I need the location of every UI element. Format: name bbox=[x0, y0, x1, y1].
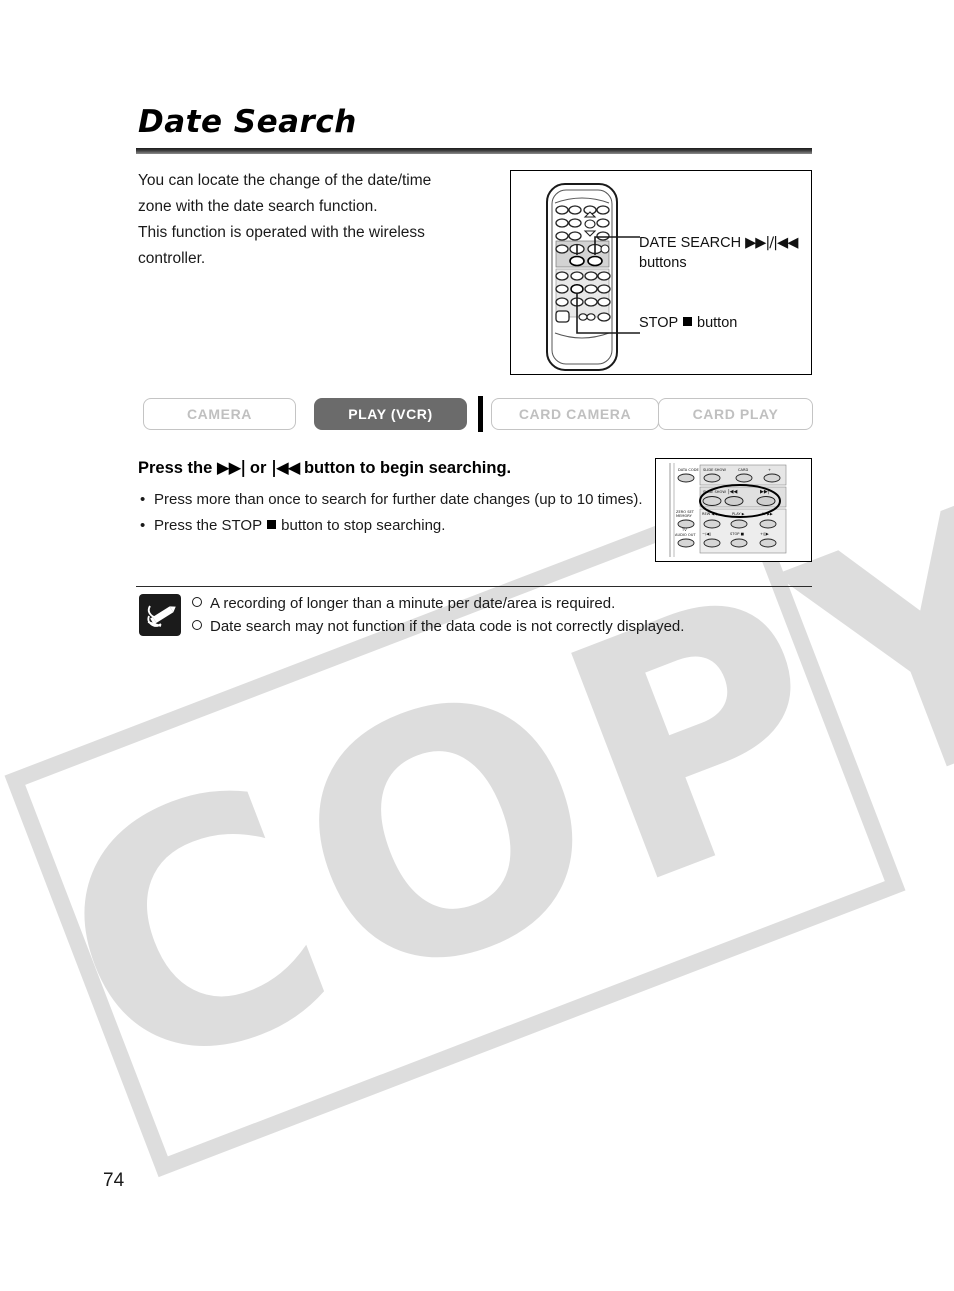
intro-line-4: controller. bbox=[138, 250, 206, 267]
callout-date-search-label: DATE SEARCH bbox=[639, 235, 746, 251]
callout-stop: STOP button bbox=[639, 313, 737, 333]
label-stop: STOP ■ bbox=[730, 532, 745, 536]
label-card: CARD bbox=[738, 468, 748, 472]
callout-stop-suffix: button bbox=[692, 315, 738, 331]
stop-square-icon bbox=[682, 317, 692, 326]
memo-pencil-glyph bbox=[147, 605, 176, 627]
note-item: Date search may not function if the data… bbox=[192, 615, 812, 638]
bullet-item: Press the STOP button to stop searching. bbox=[140, 513, 650, 538]
callout-date-search-line2: buttons bbox=[639, 255, 687, 271]
date-search-icon: ▶▶|/|◀◀ bbox=[745, 235, 798, 251]
label-slow-rev: −/◀‖ bbox=[702, 532, 711, 536]
remote-control-figure: DATE SEARCH ▶▶|/|◀◀ buttons STOP button bbox=[510, 170, 812, 375]
mode-tab-camera-label: CAMERA bbox=[186, 406, 253, 422]
note-item: A recording of longer than a minute per … bbox=[192, 592, 812, 615]
intro-line-2: zone with the date search function. bbox=[138, 198, 378, 215]
label-play: PLAY ▶ bbox=[732, 512, 745, 516]
step-heading-part2: or bbox=[245, 459, 271, 477]
rewind-icon: |◀◀ bbox=[270, 458, 300, 477]
label-tv: TV bbox=[681, 528, 687, 532]
mode-bar: CAMERA PLAY (VCR) CARD CAMERA CARD PLAY bbox=[143, 396, 813, 432]
mode-tab-card-play[interactable]: CARD PLAY bbox=[658, 398, 813, 430]
step-heading-part1: Press the bbox=[138, 459, 217, 477]
stop-square-icon bbox=[267, 520, 276, 529]
page-number: 74 bbox=[103, 1170, 125, 1191]
callout-stop-label: STOP bbox=[639, 315, 682, 331]
bullet-item-suffix: button to stop searching. bbox=[277, 517, 446, 534]
label-card-plus: + bbox=[768, 468, 771, 472]
page-title: Date Search bbox=[138, 104, 357, 140]
mode-tab-camera[interactable]: CAMERA bbox=[143, 398, 296, 430]
remote-keypad-detail-figure: DATA CODE SLIDE SHOW CARD + SLIDE SHOW |… bbox=[655, 458, 812, 562]
note-item-text: A recording of longer than a minute per … bbox=[210, 595, 616, 612]
wireless-controller-illustration bbox=[535, 181, 645, 378]
label-memory: MEMORY bbox=[676, 514, 693, 518]
label-slide-show: SLIDE SHOW bbox=[703, 468, 726, 472]
step-heading: Press the ▶▶| or |◀◀ button to begin sea… bbox=[138, 458, 511, 478]
label-slow-fwd: +/‖▶ bbox=[760, 532, 769, 536]
mode-tab-play-vcr[interactable]: PLAY (VCR) bbox=[314, 398, 467, 430]
label-rew-back: |◀◀ bbox=[728, 489, 738, 495]
step-bullets: Press more than once to search for furth… bbox=[140, 487, 650, 539]
bullet-item-prefix: Press the STOP bbox=[154, 517, 266, 534]
mode-tab-card-play-label: CARD PLAY bbox=[692, 406, 779, 422]
mode-tab-card-camera-label: CARD CAMERA bbox=[518, 406, 632, 422]
memo-pencil-icon bbox=[139, 594, 181, 636]
label-data-code: DATA CODE bbox=[678, 468, 700, 472]
fast-forward-icon: ▶▶| bbox=[216, 458, 246, 477]
notes-list: A recording of longer than a minute per … bbox=[192, 592, 812, 638]
keypad-detail-svg: DATA CODE SLIDE SHOW CARD + SLIDE SHOW |… bbox=[669, 463, 787, 557]
note-item-text: Date search may not function if the data… bbox=[210, 618, 685, 635]
remote-svg bbox=[546, 183, 640, 371]
note-bullet-ring-icon bbox=[192, 620, 202, 630]
label-audio-out: AUDIO OUT bbox=[675, 533, 696, 537]
notes-rule bbox=[136, 586, 812, 588]
intro-paragraph: You can locate the change of the date/ti… bbox=[138, 168, 498, 272]
step-heading-part3: button to begin searching. bbox=[299, 459, 512, 477]
note-bullet-ring-icon bbox=[192, 597, 202, 607]
title-rule bbox=[136, 148, 812, 154]
intro-line-1: You can locate the change of the date/ti… bbox=[138, 172, 432, 189]
mode-tab-card-camera[interactable]: CARD CAMERA bbox=[491, 398, 659, 430]
mode-divider bbox=[478, 396, 483, 432]
bullet-item-text: Press more than once to search for furth… bbox=[154, 491, 643, 508]
callout-date-search: DATE SEARCH ▶▶|/|◀◀ buttons bbox=[639, 233, 798, 273]
intro-line-3: This function is operated with the wirel… bbox=[138, 224, 425, 241]
bullet-item: Press more than once to search for furth… bbox=[140, 487, 650, 512]
document-page: COPY Date Search You can locate the chan… bbox=[0, 0, 954, 1291]
mode-tab-play-vcr-label: PLAY (VCR) bbox=[348, 406, 433, 422]
